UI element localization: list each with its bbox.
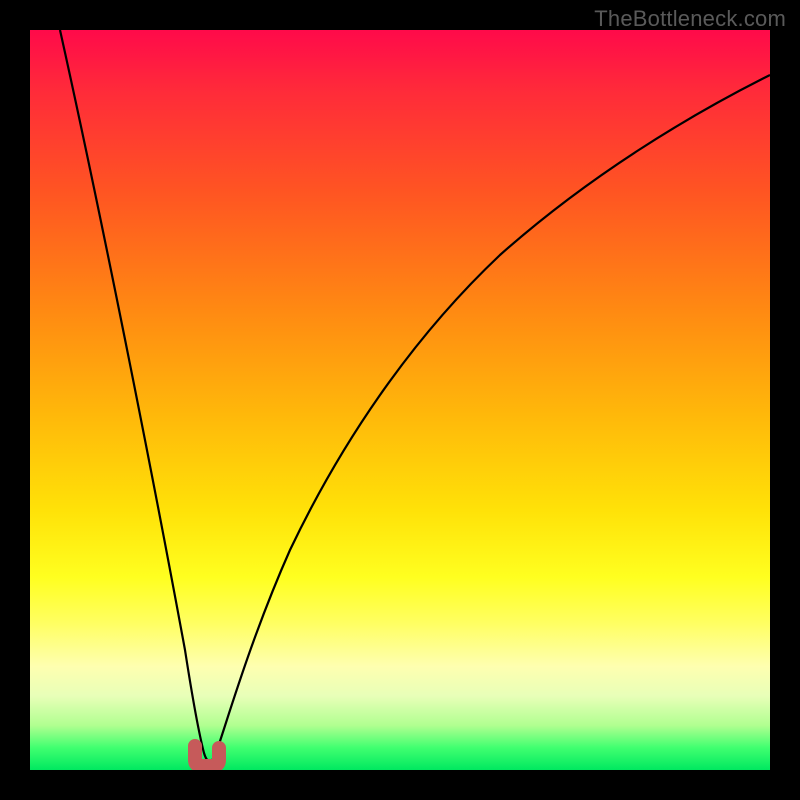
watermark-text: TheBottleneck.com xyxy=(594,6,786,32)
optimal-marker xyxy=(195,746,219,766)
bottleneck-curve xyxy=(60,30,770,761)
chart-svg xyxy=(30,30,770,770)
